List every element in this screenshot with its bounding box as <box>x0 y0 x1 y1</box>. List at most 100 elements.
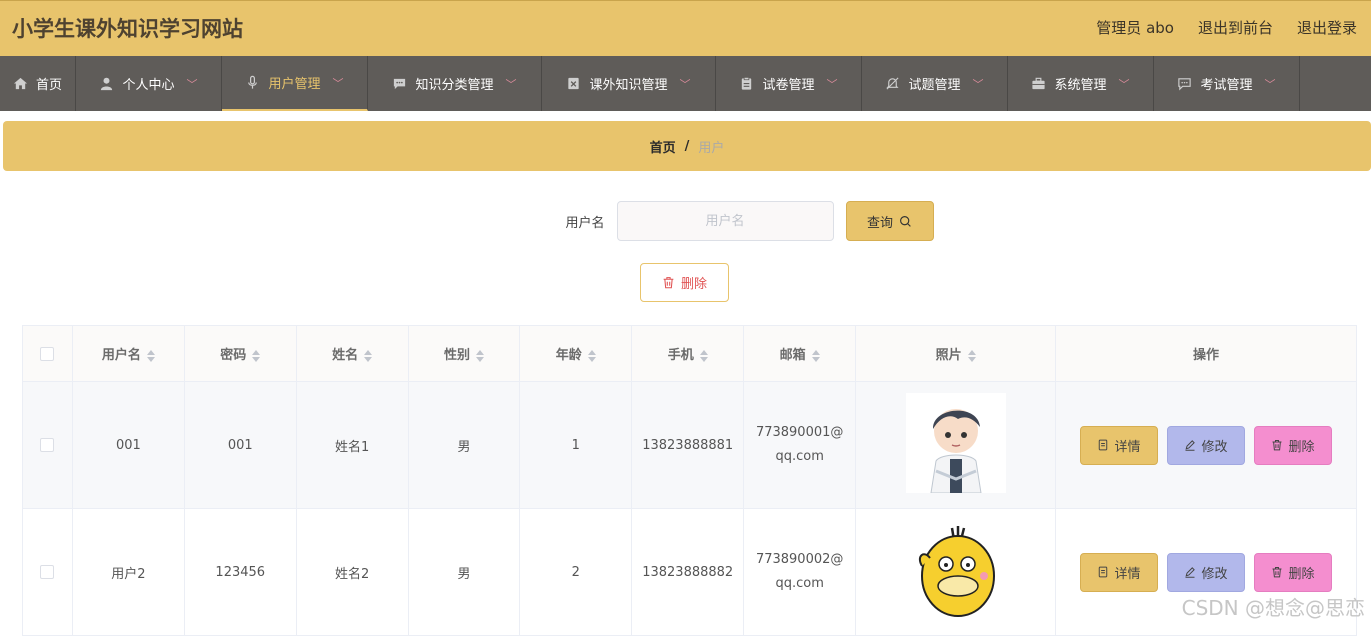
cell-age: 1 <box>519 381 633 509</box>
cell-photo <box>855 381 1056 509</box>
cell-phone: 13823888882 <box>631 508 745 636</box>
detail-button[interactable]: 详情 <box>1080 425 1158 465</box>
clipboard-icon <box>742 77 752 90</box>
column-header-gender[interactable]: 性别 <box>407 325 521 382</box>
row-select-cell <box>22 508 73 636</box>
username-search-input[interactable] <box>616 201 834 241</box>
batch-delete-label: 删除 <box>680 277 707 292</box>
column-header-password[interactable]: 密码 <box>183 325 297 382</box>
sort-caret-icon[interactable] <box>146 349 155 362</box>
table-header-row: 用户名 密码 姓名 性别 年龄 手机 邮箱 照片 操作 <box>22 325 1357 382</box>
nav-item-knowledge-category[interactable]: 知识分类管理 ﹀ <box>368 56 542 111</box>
cell-username: 用户2 <box>71 508 185 636</box>
home-icon <box>13 77 28 90</box>
delete-button-label: 删除 <box>1288 439 1315 455</box>
column-header-phone[interactable]: 手机 <box>631 325 745 382</box>
email-part: 773890002@ <box>755 552 844 567</box>
admin-label: 管理员 abo <box>1096 19 1174 37</box>
cell-gender: 男 <box>407 381 521 509</box>
sort-caret-icon[interactable] <box>475 349 484 362</box>
cell-photo <box>855 508 1056 636</box>
nav-item-user-management[interactable]: 用户管理 ﹀ <box>222 56 368 111</box>
delete-button[interactable]: 删除 <box>1254 425 1332 465</box>
sort-caret-icon[interactable] <box>364 349 373 362</box>
nav-item-label: 系统管理 <box>1054 78 1107 93</box>
chevron-down-icon: ﹀ <box>972 77 984 91</box>
top-header: 小学生课外知识学习网站 管理员 abo 退出到前台 退出登录 <box>0 0 1371 56</box>
detail-button[interactable]: 详情 <box>1080 552 1158 592</box>
box-x-icon <box>568 77 580 90</box>
sort-caret-icon[interactable] <box>252 349 261 362</box>
table-row: 001 001 姓名1 男 1 13823888881 773890001@ qq… <box>22 381 1357 509</box>
avatar-boy-image[interactable] <box>905 393 1006 493</box>
nav-item-home[interactable]: 首页 <box>0 56 76 111</box>
column-header-label: 年龄 <box>555 348 582 363</box>
edit-button[interactable]: 修改 <box>1167 552 1245 592</box>
column-header-label: 用户名 <box>101 348 141 363</box>
nav-item-paper-management[interactable]: 试卷管理 ﹀ <box>716 56 862 111</box>
chevron-down-icon: ﹀ <box>1264 77 1276 91</box>
nav-item-extracurricular-knowledge[interactable]: 课外知识管理 ﹀ <box>542 56 716 111</box>
cell-name: 姓名2 <box>295 508 409 636</box>
column-header-actions: 操作 <box>1055 325 1357 382</box>
cell-name: 姓名1 <box>295 381 409 509</box>
column-header-name[interactable]: 姓名 <box>295 325 409 382</box>
sort-caret-icon[interactable] <box>967 349 976 362</box>
column-header-username[interactable]: 用户名 <box>71 325 185 382</box>
sort-caret-icon[interactable] <box>587 349 596 362</box>
search-label: 用户名 <box>565 215 605 231</box>
edit-button-label: 修改 <box>1201 439 1228 455</box>
document-icon <box>1099 566 1108 578</box>
row-checkbox[interactable] <box>40 565 55 579</box>
cell-phone: 13823888881 <box>631 381 745 509</box>
nav-item-personal-center[interactable]: 个人中心 ﹀ <box>76 56 222 111</box>
site-title: 小学生课外知识学习网站 <box>12 17 243 41</box>
column-header-label: 操作 <box>1192 348 1219 363</box>
pencil-icon <box>1185 567 1196 578</box>
email-domain: qq.com <box>775 449 824 464</box>
sort-caret-icon[interactable] <box>699 349 708 362</box>
column-header-label: 性别 <box>443 348 470 363</box>
cell-actions: 详情 修改 删除 <box>1055 381 1357 509</box>
breadcrumb-home[interactable]: 首页 <box>650 137 676 156</box>
csdn-watermark: CSDN @想念@思恋 <box>1181 596 1365 620</box>
select-all-checkbox[interactable] <box>40 346 55 361</box>
column-header-photo[interactable]: 照片 <box>855 325 1056 382</box>
query-button[interactable]: 查询 <box>845 201 934 241</box>
back-to-front-link[interactable]: 退出到前台 <box>1198 17 1273 38</box>
user-table: 用户名 密码 姓名 性别 年龄 手机 邮箱 照片 操作 001 001 姓名1 … <box>22 325 1357 636</box>
logout-link[interactable]: 退出登录 <box>1297 17 1357 38</box>
nav-item-label: 课外知识管理 <box>589 78 668 93</box>
sort-caret-icon[interactable] <box>811 349 820 362</box>
column-header-email[interactable]: 邮箱 <box>743 325 857 382</box>
nav-item-label: 试题管理 <box>908 78 961 93</box>
avatar-duck-image[interactable] <box>905 520 1006 620</box>
pencil-icon <box>1185 440 1196 451</box>
cell-age: 2 <box>519 508 633 636</box>
select-all-cell <box>22 325 73 382</box>
edit-button[interactable]: 修改 <box>1167 425 1245 465</box>
chevron-down-icon: ﹀ <box>1118 77 1130 91</box>
nav-item-label: 首页 <box>35 78 62 93</box>
nav-item-label: 试卷管理 <box>762 78 815 93</box>
column-header-label: 邮箱 <box>779 348 806 363</box>
nav-item-label: 知识分类管理 <box>415 78 494 93</box>
nav-item-label: 用户管理 <box>268 77 321 92</box>
nav-item-question-management[interactable]: 试题管理 ﹀ <box>862 56 1008 111</box>
search-bar: 用户名 查询 <box>0 201 1371 241</box>
row-checkbox[interactable] <box>40 438 55 452</box>
breadcrumb-separator: / <box>684 138 690 154</box>
nav-item-system-management[interactable]: 系统管理 ﹀ <box>1008 56 1154 111</box>
column-header-age[interactable]: 年龄 <box>519 325 633 382</box>
cell-password: 001 <box>183 381 297 509</box>
batch-delete-button[interactable]: 删除 <box>640 263 729 302</box>
row-select-cell <box>22 381 73 509</box>
delete-button[interactable]: 删除 <box>1254 552 1332 592</box>
breadcrumb: 首页 / 用户 <box>3 121 1371 171</box>
chevron-down-icon: ﹀ <box>826 77 838 91</box>
detail-button-label: 详情 <box>1114 439 1141 455</box>
nav-item-exam-management[interactable]: 考试管理 ﹀ <box>1154 56 1300 111</box>
email-domain: qq.com <box>775 576 824 591</box>
column-header-label: 密码 <box>220 348 247 363</box>
cell-username: 001 <box>71 381 185 509</box>
